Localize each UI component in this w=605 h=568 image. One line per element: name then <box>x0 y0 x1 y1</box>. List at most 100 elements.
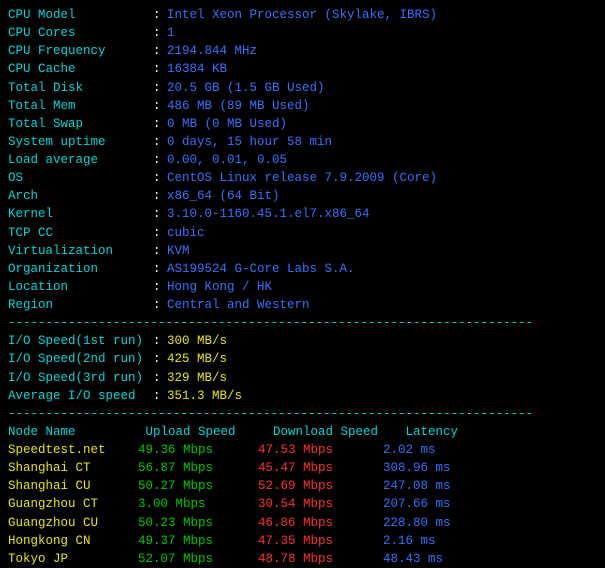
col-latency: Latency <box>406 423 459 441</box>
upload-val: 50.27 Mbps <box>138 477 258 495</box>
colon: : <box>153 6 167 24</box>
divider: ----------------------------------------… <box>8 314 597 332</box>
sys-value: cubic <box>167 226 205 240</box>
colon: : <box>153 115 167 133</box>
speed-row: Speedtest.net49.36 Mbps47.53 Mbps2.02 ms <box>8 441 597 459</box>
download-val: 47.35 Mbps <box>258 532 383 550</box>
speed-row: Shanghai CU50.27 Mbps52.69 Mbps247.08 ms <box>8 477 597 495</box>
upload-val: 56.87 Mbps <box>138 459 258 477</box>
latency-val: 228.80 ms <box>383 514 451 532</box>
sys-row-org: Organization: AS199524 G-Core Labs S.A. <box>8 260 597 278</box>
node-name: Shanghai CT <box>8 459 138 477</box>
node-name: Tokyo JP <box>8 550 138 568</box>
system-info-block: CPU Model: Intel Xeon Processor (Skylake… <box>8 6 597 314</box>
upload-val: 52.07 Mbps <box>138 550 258 568</box>
sys-value: Intel Xeon Processor (Skylake, IBRS) <box>167 8 437 22</box>
sys-label: CPU Cores <box>8 24 153 42</box>
node-name: Guangzhou CU <box>8 514 138 532</box>
sys-value: 3.10.0-1160.45.1.el7.x86_64 <box>167 207 370 221</box>
sys-row-total_mem: Total Mem: 486 MB (89 MB Used) <box>8 97 597 115</box>
colon: : <box>153 296 167 314</box>
sys-label: Kernel <box>8 205 153 223</box>
sys-value: 16384 KB <box>167 62 227 76</box>
sys-row-cpu_cache: CPU Cache: 16384 KB <box>8 60 597 78</box>
colon: : <box>153 205 167 223</box>
sys-value: Hong Kong / HK <box>167 280 272 294</box>
colon: : <box>153 133 167 151</box>
io-value: 300 MB/s <box>167 334 227 348</box>
sys-row-os: OS: CentOS Linux release 7.9.2009 (Core) <box>8 169 597 187</box>
divider: ----------------------------------------… <box>8 405 597 423</box>
sys-value: 0 MB (0 MB Used) <box>167 117 287 131</box>
sys-label: CPU Cache <box>8 60 153 78</box>
speed-row: Tokyo JP52.07 Mbps48.78 Mbps48.43 ms <box>8 550 597 568</box>
sys-value: x86_64 (64 Bit) <box>167 189 280 203</box>
speed-row: Guangzhou CU50.23 Mbps46.86 Mbps228.80 m… <box>8 514 597 532</box>
sys-label: CPU Model <box>8 6 153 24</box>
sys-row-total_disk: Total Disk: 20.5 GB (1.5 GB Used) <box>8 79 597 97</box>
sys-label: Total Disk <box>8 79 153 97</box>
io-label: I/O Speed(1st run) <box>8 332 153 350</box>
io-row-r3: I/O Speed(3rd run): 329 MB/s <box>8 369 597 387</box>
speed-header-row: Node Name Upload Speed Download Speed La… <box>8 423 597 441</box>
colon: : <box>153 97 167 115</box>
sys-value: 0.00, 0.01, 0.05 <box>167 153 287 167</box>
colon: : <box>153 42 167 60</box>
io-value: 351.3 MB/s <box>167 389 242 403</box>
sys-row-cpu_cores: CPU Cores: 1 <box>8 24 597 42</box>
sys-label: Virtualization <box>8 242 153 260</box>
sys-row-region: Region: Central and Western <box>8 296 597 314</box>
io-block: I/O Speed(1st run): 300 MB/sI/O Speed(2n… <box>8 332 597 405</box>
sys-label: Total Mem <box>8 97 153 115</box>
speed-row: Hongkong CN49.37 Mbps47.35 Mbps2.16 ms <box>8 532 597 550</box>
io-label: I/O Speed(3rd run) <box>8 369 153 387</box>
download-val: 46.86 Mbps <box>258 514 383 532</box>
sys-value: Central and Western <box>167 298 310 312</box>
latency-val: 48.43 ms <box>383 550 443 568</box>
download-val: 30.54 Mbps <box>258 495 383 513</box>
sys-value: 486 MB (89 MB Used) <box>167 99 310 113</box>
sys-label: CPU Frequency <box>8 42 153 60</box>
download-val: 47.53 Mbps <box>258 441 383 459</box>
sys-row-cpu_freq: CPU Frequency: 2194.844 MHz <box>8 42 597 60</box>
colon: : <box>153 151 167 169</box>
sys-label: TCP CC <box>8 224 153 242</box>
sys-label: Region <box>8 296 153 314</box>
download-val: 48.78 Mbps <box>258 550 383 568</box>
node-name: Guangzhou CT <box>8 495 138 513</box>
sys-row-total_swap: Total Swap: 0 MB (0 MB Used) <box>8 115 597 133</box>
col-download: Download Speed <box>273 423 398 441</box>
speed-row: Shanghai CT56.87 Mbps45.47 Mbps308.96 ms <box>8 459 597 477</box>
latency-val: 2.02 ms <box>383 441 436 459</box>
col-upload: Upload Speed <box>146 423 266 441</box>
sys-value: AS199524 G-Core Labs S.A. <box>167 262 355 276</box>
col-node: Node Name <box>8 423 138 441</box>
speed-row: Guangzhou CT3.00 Mbps30.54 Mbps207.66 ms <box>8 495 597 513</box>
download-val: 52.69 Mbps <box>258 477 383 495</box>
speed-table: Speedtest.net49.36 Mbps47.53 Mbps2.02 ms… <box>8 441 597 568</box>
colon: : <box>153 260 167 278</box>
io-value: 425 MB/s <box>167 352 227 366</box>
sys-label: Arch <box>8 187 153 205</box>
io-value: 329 MB/s <box>167 371 227 385</box>
io-row-r1: I/O Speed(1st run): 300 MB/s <box>8 332 597 350</box>
sys-label: OS <box>8 169 153 187</box>
latency-val: 308.96 ms <box>383 459 451 477</box>
colon: : <box>153 24 167 42</box>
colon: : <box>153 169 167 187</box>
io-row-avg: Average I/O speed: 351.3 MB/s <box>8 387 597 405</box>
sys-value: 1 <box>167 26 175 40</box>
sys-label: Load average <box>8 151 153 169</box>
sys-label: Total Swap <box>8 115 153 133</box>
sys-row-uptime: System uptime: 0 days, 15 hour 58 min <box>8 133 597 151</box>
sys-row-virt: Virtualization: KVM <box>8 242 597 260</box>
io-label: I/O Speed(2nd run) <box>8 350 153 368</box>
sys-label: System uptime <box>8 133 153 151</box>
colon: : <box>153 278 167 296</box>
colon: : <box>153 387 167 405</box>
colon: : <box>153 369 167 387</box>
sys-row-cpu_model: CPU Model: Intel Xeon Processor (Skylake… <box>8 6 597 24</box>
node-name: Shanghai CU <box>8 477 138 495</box>
upload-val: 49.37 Mbps <box>138 532 258 550</box>
sys-row-arch: Arch: x86_64 (64 Bit) <box>8 187 597 205</box>
